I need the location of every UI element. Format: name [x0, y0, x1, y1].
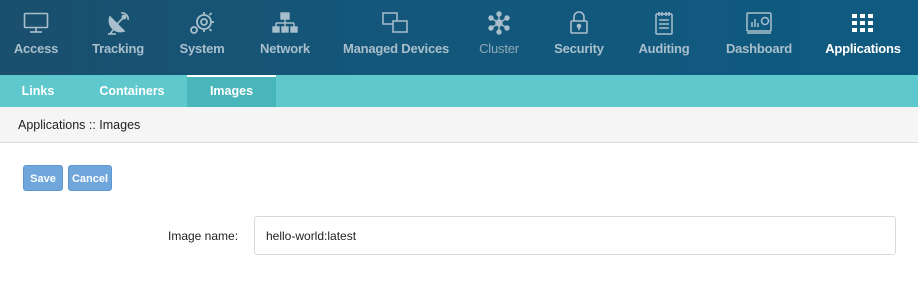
nav-label: Tracking: [92, 41, 144, 56]
apps-grid-icon: [851, 11, 875, 35]
dashboard-icon: [746, 11, 772, 35]
nav-label: Applications: [825, 41, 901, 56]
clipboard-icon: [654, 11, 674, 35]
image-name-input[interactable]: [254, 216, 896, 255]
nav-item-security[interactable]: Security: [548, 0, 610, 75]
nav-item-tracking[interactable]: Tracking: [82, 0, 154, 75]
lock-icon: [569, 11, 589, 35]
cluster-icon: [486, 11, 512, 35]
nav-item-dashboard[interactable]: Dashboard: [722, 0, 796, 75]
tab-links[interactable]: Links: [0, 75, 76, 107]
sub-navigation: Links Containers Images: [0, 75, 918, 107]
nav-label: Managed Devices: [342, 41, 450, 56]
nav-label: Auditing: [638, 41, 690, 56]
nav-label: System: [179, 41, 225, 56]
gear-icon: [189, 11, 215, 35]
breadcrumb: Applications :: Images: [18, 118, 141, 132]
nav-label: Dashboard: [725, 41, 793, 56]
satellite-dish-icon: [106, 11, 130, 35]
tab-images[interactable]: Images: [187, 75, 276, 107]
nav-label: Access: [13, 41, 59, 56]
cancel-button[interactable]: Cancel: [68, 165, 112, 191]
nav-item-access[interactable]: Access: [0, 0, 72, 75]
monitor-icon: [23, 11, 49, 35]
nav-item-managed-devices[interactable]: Managed Devices: [340, 0, 452, 75]
nav-label: Security: [554, 41, 604, 56]
tab-containers[interactable]: Containers: [88, 75, 176, 107]
nav-label: Cluster: [479, 41, 519, 56]
save-button[interactable]: Save: [23, 165, 63, 191]
managed-devices-icon: [382, 11, 410, 35]
breadcrumb-bar: Applications :: Images: [0, 107, 918, 143]
nav-item-auditing[interactable]: Auditing: [632, 0, 696, 75]
nav-item-applications[interactable]: Applications: [822, 0, 904, 75]
image-name-label: Image name:: [168, 229, 239, 243]
network-icon: [272, 11, 298, 35]
nav-label: Network: [260, 41, 310, 56]
top-navigation: Access Tracking System Network Managed D…: [0, 0, 918, 75]
nav-item-system[interactable]: System: [166, 0, 238, 75]
nav-item-cluster[interactable]: Cluster: [470, 0, 528, 75]
nav-item-network[interactable]: Network: [248, 0, 322, 75]
